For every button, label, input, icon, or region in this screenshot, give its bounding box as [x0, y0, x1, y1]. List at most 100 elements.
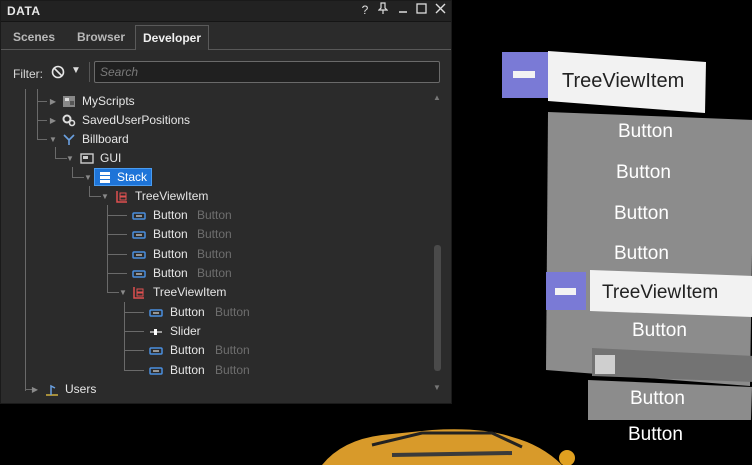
tree-label: Button	[170, 343, 205, 357]
tree-row-billboard[interactable]: ▼ Billboard	[1, 130, 431, 149]
slider-icon	[150, 329, 162, 335]
scene-button[interactable]: Button	[630, 388, 685, 410]
collapse-arrow-icon[interactable]: ▼	[100, 187, 110, 206]
scene-tree: ▶ MyScripts ▶ SavedUserPositions ▼ Billb…	[1, 89, 431, 401]
tree-row-button[interactable]: Button Button	[1, 341, 431, 360]
filter-dropdown-icon[interactable]: ▼	[71, 65, 81, 76]
scene-button[interactable]: Button	[618, 121, 673, 143]
collapse-arrow-icon[interactable]: ▼	[48, 130, 58, 149]
scripts-folder-icon	[63, 96, 75, 107]
tree-type-label: Button	[197, 227, 232, 241]
tab-browser[interactable]: Browser	[67, 25, 135, 49]
tree-label: SavedUserPositions	[82, 113, 191, 127]
minimize-icon	[399, 11, 407, 13]
tab-developer[interactable]: Developer	[135, 25, 209, 50]
expand-arrow-icon[interactable]: ▶	[48, 111, 58, 130]
tree-type-label: Button	[215, 343, 250, 357]
slider-thumb	[595, 355, 615, 374]
scene-button[interactable]: Button	[628, 424, 683, 446]
minimize-button[interactable]	[395, 2, 411, 18]
tree-row-myscripts[interactable]: ▶ MyScripts	[1, 92, 431, 111]
tree-row-stack[interactable]: ▼ Stack	[1, 168, 431, 187]
minus-icon	[513, 71, 535, 78]
tree-row-button[interactable]: Button Button	[1, 225, 431, 244]
scene-button[interactable]: Button	[616, 162, 671, 184]
tree-type-label: Button	[197, 247, 232, 261]
tree-row-button[interactable]: Button Button	[1, 303, 431, 322]
tree-label: Billboard	[82, 132, 129, 146]
tree-row-saveduserpositions[interactable]: ▶ SavedUserPositions	[1, 111, 431, 130]
no-filter-icon[interactable]	[51, 65, 65, 79]
minus-icon	[555, 288, 576, 295]
collapse-arrow-icon[interactable]: ▼	[65, 149, 75, 168]
filter-label: Filter:	[13, 67, 43, 81]
gears-icon	[62, 114, 76, 127]
button-icon	[132, 212, 146, 220]
scene-treeviewitem-header[interactable]: TreeViewItem	[562, 70, 684, 93]
collapse-arrow-icon[interactable]: ▼	[118, 283, 128, 302]
data-panel: DATA ? Scenes Browser Developer Filter: …	[0, 0, 452, 404]
expand-arrow-icon[interactable]: ▶	[30, 380, 40, 399]
tree-label: Button	[170, 305, 205, 319]
expand-arrow-icon[interactable]: ▶	[48, 92, 58, 111]
tree-label: TreeViewItem	[153, 285, 227, 299]
tree-row-users[interactable]: ▶ Users	[1, 380, 431, 399]
tree-label: MyScripts	[82, 94, 135, 108]
3d-viewport[interactable]: TreeViewItem Button Button Button Button…	[322, 0, 752, 465]
tree-row-treeviewitem[interactable]: ▼ TreeViewItem	[1, 187, 431, 206]
tab-scenes[interactable]: Scenes	[5, 25, 63, 49]
tree-label: Button	[153, 208, 188, 222]
tree-type-label: Button	[215, 305, 250, 319]
tree-label: Slider	[170, 324, 201, 338]
vertical-scrollbar[interactable]: ▲ ▼	[431, 89, 445, 401]
button-icon	[132, 231, 146, 239]
collapse-toggle-icon[interactable]	[502, 52, 548, 98]
filter-divider	[89, 62, 90, 82]
scroll-down-icon[interactable]: ▼	[433, 383, 441, 392]
tree-label: Button	[170, 363, 205, 377]
tree-row-slider[interactable]: Slider	[1, 322, 431, 341]
gui-icon	[80, 153, 94, 164]
tree-row-button[interactable]: Button Button	[1, 206, 431, 225]
panel-title: DATA	[7, 4, 41, 18]
tree-type-label: Button	[215, 363, 250, 377]
treeview-icon	[116, 191, 127, 203]
tree-type-label: Button	[197, 208, 232, 222]
scene-treeviewitem-header[interactable]: TreeViewItem	[602, 282, 718, 304]
close-button[interactable]	[432, 2, 448, 18]
pin-icon	[377, 2, 389, 14]
scene-button[interactable]: Button	[614, 203, 669, 225]
close-icon	[435, 3, 445, 14]
tree-label: Users	[65, 382, 97, 396]
tree-row-treeviewitem[interactable]: ▼ TreeViewItem	[1, 283, 431, 302]
tree-label: Stack	[117, 170, 148, 184]
billboard-gui-backdrop	[546, 51, 752, 420]
button-icon	[149, 367, 163, 375]
tree-row-button[interactable]: Button Button	[1, 361, 431, 380]
pin-button[interactable]	[375, 2, 391, 18]
tree-row-button[interactable]: Button Button	[1, 264, 431, 283]
maximize-icon	[415, 3, 427, 14]
filter-row: Filter: ▼	[1, 57, 451, 89]
scroll-up-icon[interactable]: ▲	[433, 93, 441, 102]
treeview-icon	[133, 287, 144, 299]
tree-label: GUI	[100, 151, 122, 165]
tree-label: Button	[153, 227, 188, 241]
button-icon	[149, 309, 163, 317]
tree-label: Button	[153, 266, 188, 280]
tree-type-label: Button	[197, 266, 232, 280]
users-icon	[46, 384, 58, 396]
search-input[interactable]	[94, 61, 440, 83]
collapse-toggle-icon[interactable]	[546, 272, 586, 310]
scene-button[interactable]: Button	[632, 320, 687, 342]
tree-row-gui[interactable]: ▼ GUI	[1, 149, 431, 168]
maximize-button[interactable]	[413, 2, 429, 18]
collapse-arrow-icon[interactable]: ▼	[83, 168, 93, 187]
help-button[interactable]: ?	[357, 2, 373, 18]
tree-row-button[interactable]: Button Button	[1, 245, 431, 264]
car-model	[322, 429, 575, 465]
scroll-thumb[interactable]	[434, 245, 441, 371]
title-bar: DATA ?	[1, 1, 451, 22]
button-icon	[132, 251, 146, 259]
scene-button[interactable]: Button	[614, 243, 669, 265]
